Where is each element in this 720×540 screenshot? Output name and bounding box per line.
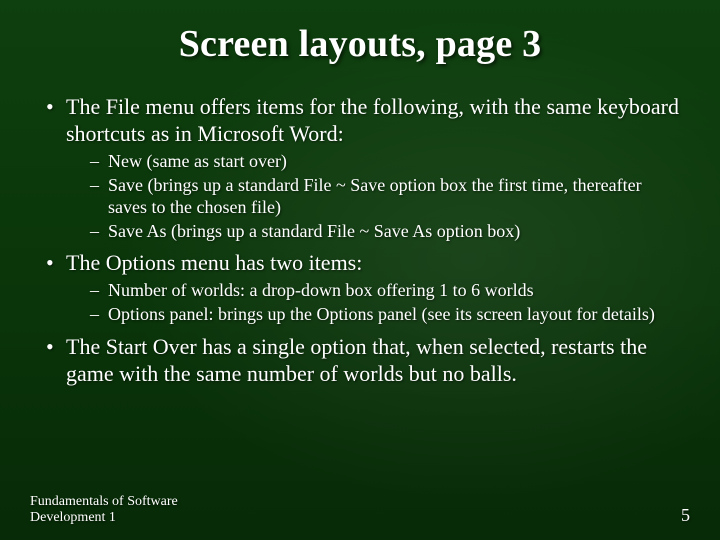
bullet-text: The File menu offers items for the follo…: [66, 94, 679, 146]
sub-bullet-list: Number of worlds: a drop-down box offeri…: [66, 280, 682, 326]
sub-bullet-item: Save (brings up a standard File ~ Save o…: [90, 175, 682, 219]
sub-bullet-item: Options panel: brings up the Options pan…: [90, 304, 682, 326]
bullet-list: The File menu offers items for the follo…: [38, 94, 682, 388]
sub-bullet-list: New (same as start over) Save (brings up…: [66, 151, 682, 243]
sub-bullet-item: New (same as start over): [90, 151, 682, 173]
sub-bullet-item: Save As (brings up a standard File ~ Sav…: [90, 221, 682, 243]
bullet-item: The File menu offers items for the follo…: [44, 94, 682, 242]
page-number: 5: [681, 505, 690, 526]
sub-bullet-item: Number of worlds: a drop-down box offeri…: [90, 280, 682, 302]
bullet-item: The Start Over has a single option that,…: [44, 334, 682, 388]
slide-title: Screen layouts, page 3: [38, 22, 682, 66]
bullet-text: The Start Over has a single option that,…: [66, 334, 647, 386]
footer-course-name: Fundamentals of Software Development 1: [30, 494, 230, 526]
bullet-text: The Options menu has two items:: [66, 250, 362, 275]
slide: Screen layouts, page 3 The File menu off…: [0, 0, 720, 540]
bullet-item: The Options menu has two items: Number o…: [44, 250, 682, 326]
